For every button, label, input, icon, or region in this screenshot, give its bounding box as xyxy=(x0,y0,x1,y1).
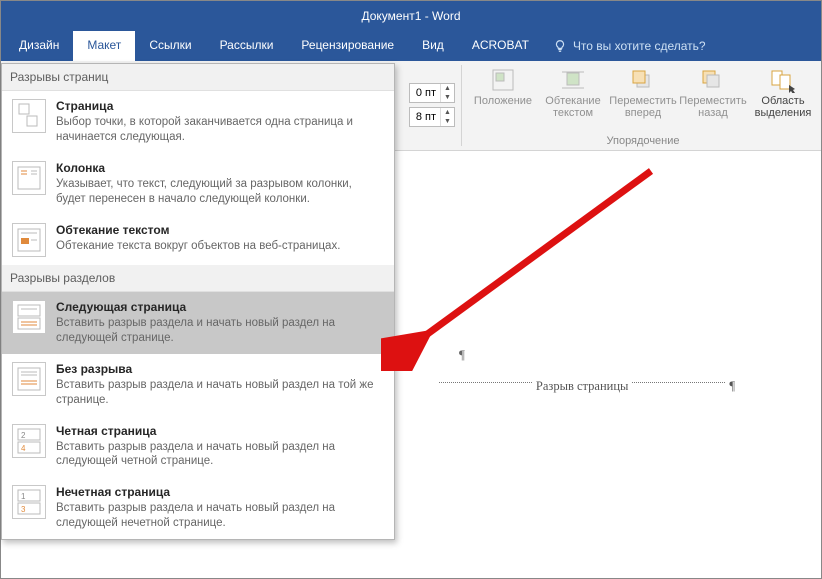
tell-me-placeholder: Что вы хотите сделать? xyxy=(573,39,706,53)
spacing-before-value: 0 пт xyxy=(410,87,440,99)
send-backward-icon xyxy=(699,67,727,93)
breaks-dropdown: Разрывы страниц Страница Выбор точки, в … xyxy=(1,63,395,540)
item-desc: Вставить разрыв раздела и начать новый р… xyxy=(56,316,384,346)
wrap-text-button[interactable]: Обтекание текстом xyxy=(539,65,607,135)
svg-text:1: 1 xyxy=(21,492,26,501)
break-column-item[interactable]: Колонка Указывает, что текст, следующий … xyxy=(2,153,394,215)
arrange-group: Положение Обтекание текстом Переместить … xyxy=(469,65,817,148)
item-desc: Вставить разрыв раздела и начать новый р… xyxy=(56,440,384,470)
dropdown-section-page-breaks: Разрывы страниц xyxy=(2,64,394,91)
document-canvas[interactable]: ¶ Разрыв страницы ¶ xyxy=(399,271,819,571)
page-break-icon xyxy=(12,99,46,133)
wrap-text-icon xyxy=(559,67,587,93)
item-title: Следующая страница xyxy=(56,300,384,314)
next-page-break-icon xyxy=(12,300,46,334)
svg-text:4: 4 xyxy=(21,444,26,453)
spinner-down-icon[interactable]: ▼ xyxy=(441,93,454,102)
ribbon-group-divider xyxy=(461,65,462,146)
item-desc: Выбор точки, в которой заканчивается одн… xyxy=(56,115,384,145)
break-text-wrapping-item[interactable]: Обтекание текстом Обтекание текста вокру… xyxy=(2,215,394,265)
item-title: Колонка xyxy=(56,161,384,175)
tell-me-search[interactable]: Что вы хотите сделать? xyxy=(543,31,716,61)
item-desc: Обтекание текста вокруг объектов на веб-… xyxy=(56,239,340,254)
position-icon xyxy=(489,67,517,93)
item-desc: Вставить разрыв раздела и начать новый р… xyxy=(56,501,384,531)
dropdown-section-section-breaks: Разрывы разделов xyxy=(2,265,394,292)
item-title: Обтекание текстом xyxy=(56,223,340,237)
spinner-up-icon[interactable]: ▲ xyxy=(441,84,454,93)
item-title: Страница xyxy=(56,99,384,113)
column-break-icon xyxy=(12,161,46,195)
odd-page-break-icon: 13 xyxy=(12,485,46,519)
position-button[interactable]: Положение xyxy=(469,65,537,135)
continuous-break-icon xyxy=(12,362,46,396)
selection-pane-button[interactable]: Область выделения xyxy=(749,65,817,135)
text-wrap-break-icon xyxy=(12,223,46,257)
break-next-page-item[interactable]: Следующая страница Вставить разрыв разде… xyxy=(2,292,394,354)
tab-references[interactable]: Ссылки xyxy=(135,31,205,61)
tab-design[interactable]: Дизайн xyxy=(5,31,73,61)
tab-acrobat[interactable]: ACROBAT xyxy=(458,31,543,61)
break-continuous-item[interactable]: Без разрыва Вставить разрыв раздела и на… xyxy=(2,354,394,416)
ribbon-tabstrip: Дизайн Макет Ссылки Рассылки Рецензирова… xyxy=(1,31,821,61)
item-title: Без разрыва xyxy=(56,362,384,376)
tab-layout[interactable]: Макет xyxy=(73,31,135,61)
item-title: Нечетная страница xyxy=(56,485,384,499)
break-even-page-item[interactable]: 24 Четная страница Вставить разрыв разде… xyxy=(2,416,394,478)
window-title: Документ1 - Word xyxy=(361,9,460,23)
spacing-after-spinner[interactable]: 8 пт ▲▼ xyxy=(409,107,455,127)
item-desc: Вставить разрыв раздела и начать новый р… xyxy=(56,378,384,408)
selection-pane-icon xyxy=(769,67,797,93)
page-break-text: Разрыв страницы xyxy=(536,379,629,394)
page-break-indicator: Разрыв страницы ¶ xyxy=(435,379,735,394)
break-page-item[interactable]: Страница Выбор точки, в которой заканчив… xyxy=(2,91,394,153)
tab-view[interactable]: Вид xyxy=(408,31,458,61)
send-backward-button[interactable]: Переместить назад xyxy=(679,65,747,135)
lightbulb-icon xyxy=(553,39,567,53)
tab-review[interactable]: Рецензирование xyxy=(287,31,408,61)
break-odd-page-item[interactable]: 13 Нечетная страница Вставить разрыв раз… xyxy=(2,477,394,539)
svg-text:3: 3 xyxy=(21,505,26,514)
svg-text:2: 2 xyxy=(21,431,26,440)
spinner-up-icon[interactable]: ▲ xyxy=(441,108,454,117)
paragraph-mark: ¶ xyxy=(459,347,465,363)
spacing-before-spinner[interactable]: 0 пт ▲▼ xyxy=(409,83,455,103)
spacing-after-value: 8 пт xyxy=(410,111,440,123)
title-bar: Документ1 - Word xyxy=(1,1,821,31)
item-desc: Указывает, что текст, следующий за разры… xyxy=(56,177,384,207)
bring-forward-icon xyxy=(629,67,657,93)
even-page-break-icon: 24 xyxy=(12,424,46,458)
tab-mailings[interactable]: Рассылки xyxy=(206,31,288,61)
arrange-group-label: Упорядочение xyxy=(469,135,817,148)
spinner-down-icon[interactable]: ▼ xyxy=(441,117,454,126)
item-title: Четная страница xyxy=(56,424,384,438)
bring-forward-button[interactable]: Переместить вперед xyxy=(609,65,677,135)
paragraph-mark: ¶ xyxy=(729,379,735,394)
